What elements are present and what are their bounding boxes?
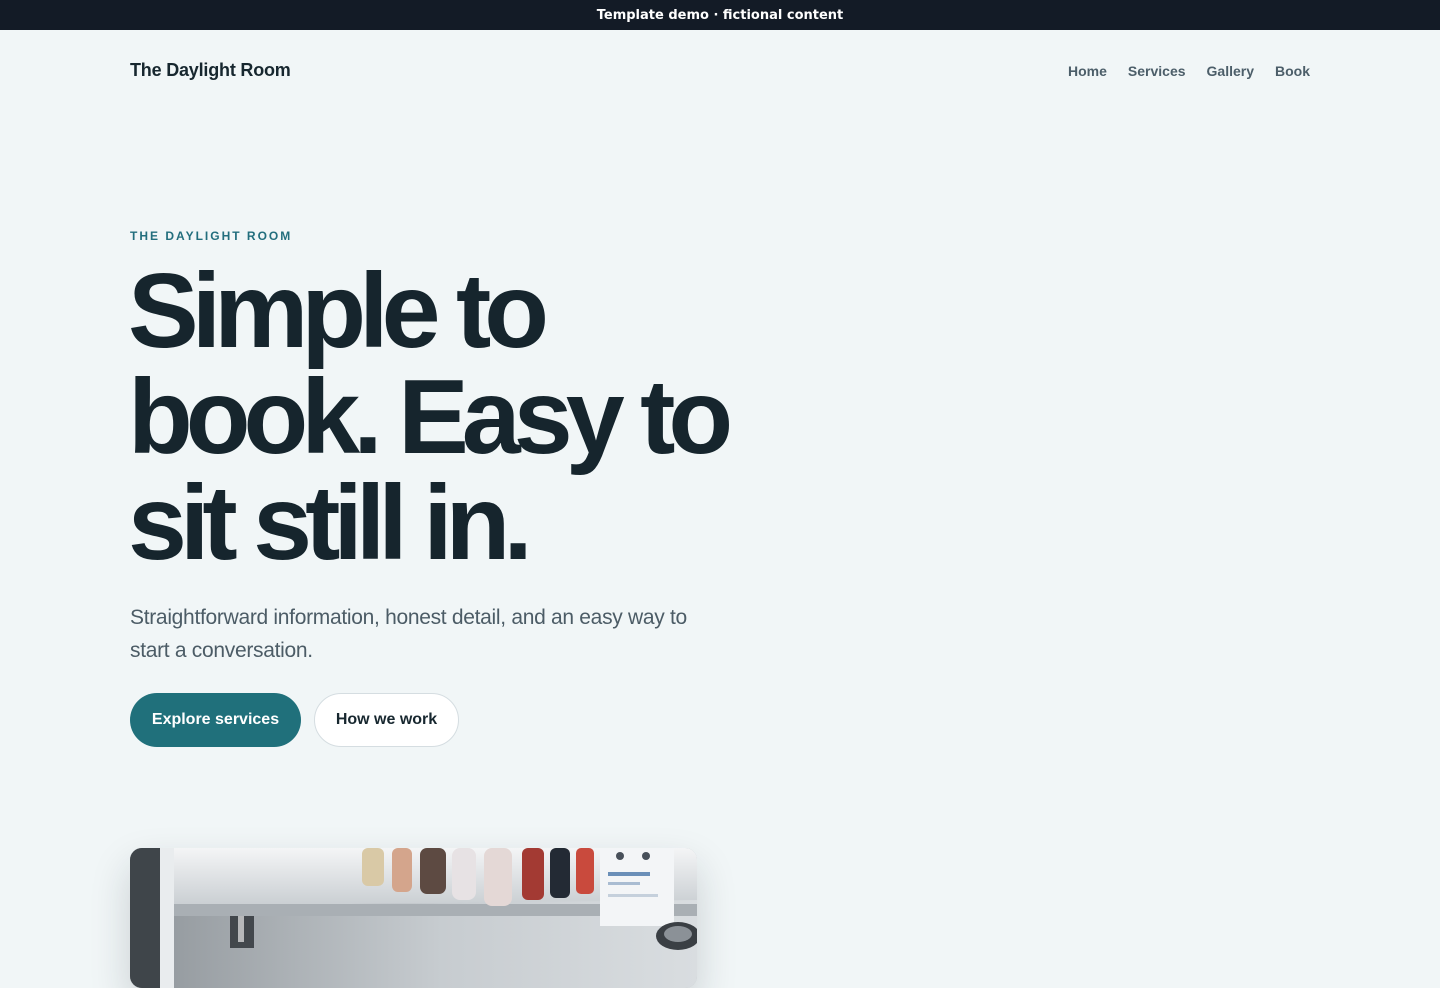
main-nav: Home Services Gallery Book xyxy=(1068,63,1310,79)
demo-banner-text: Template demo · fictional content xyxy=(596,7,844,23)
hero-title: Simple to book. Easy to sit still in. xyxy=(128,252,733,582)
brand-logo-text[interactable]: The Daylight Room xyxy=(130,60,291,81)
nav-services[interactable]: Services xyxy=(1128,63,1186,79)
how-we-work-button[interactable]: How we work xyxy=(314,693,459,747)
demo-banner: Template demo · fictional content xyxy=(0,0,1440,30)
site-header: The Daylight Room Home Services Gallery … xyxy=(0,30,1440,114)
explore-services-button[interactable]: Explore services xyxy=(130,693,301,747)
nav-gallery[interactable]: Gallery xyxy=(1207,63,1254,79)
hero-subtitle: Straightforward information, honest deta… xyxy=(130,606,687,662)
nav-book[interactable]: Book xyxy=(1275,63,1310,79)
nav-home[interactable]: Home xyxy=(1068,63,1107,79)
hero-image xyxy=(130,848,697,988)
hero-cta-row: Explore services How we work xyxy=(130,693,459,747)
hero-eyebrow: THE DAYLIGHT ROOM xyxy=(130,229,293,243)
hero-image-illustration xyxy=(130,848,697,988)
